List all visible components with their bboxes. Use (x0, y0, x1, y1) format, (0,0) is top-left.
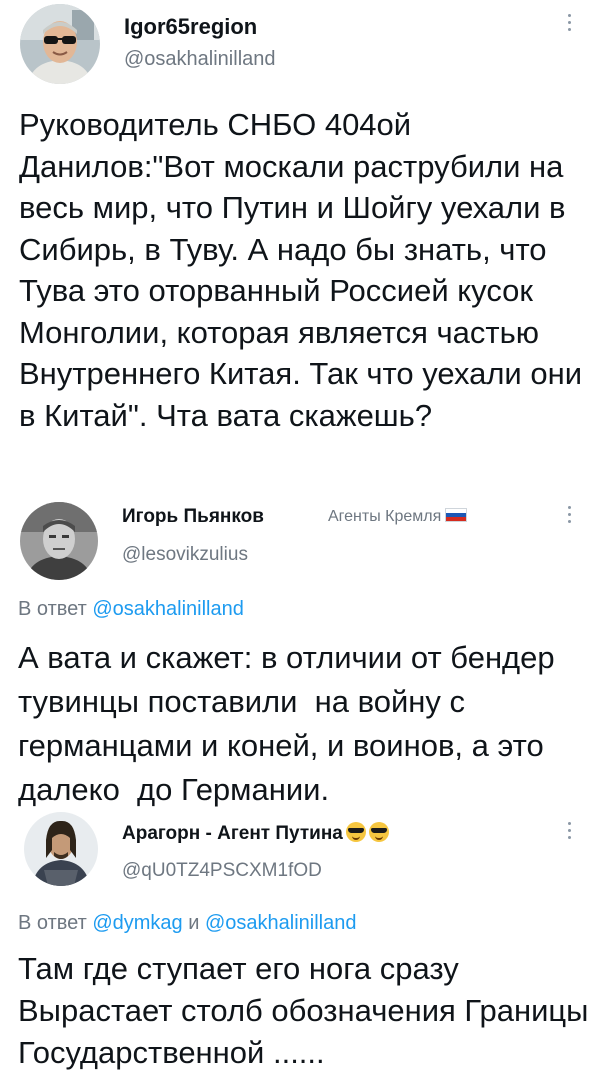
reply-to-line: В ответ @osakhalinilland (18, 598, 244, 621)
vertical-ellipsis-icon[interactable] (566, 506, 572, 528)
avatar[interactable] (20, 502, 98, 580)
agent-badge: Агенты Кремля (328, 508, 468, 526)
vertical-ellipsis-icon[interactable] (566, 14, 572, 36)
tweet-text: Руководитель СНБО 404ой Данилов:"Вот мос… (19, 107, 591, 433)
vertical-ellipsis-icon[interactable] (566, 822, 572, 844)
author-handle[interactable]: @qU0TZ4PSCXM1fOD (122, 860, 322, 882)
avatar[interactable] (24, 812, 98, 886)
author-name[interactable]: Igor65region (124, 14, 257, 40)
avatar[interactable] (20, 4, 100, 84)
reply-mention[interactable]: @dymkag (92, 912, 182, 934)
reply-to-line: В ответ @dymkag и @osakhalinilland (18, 912, 356, 935)
tweet-1: Igor65region @osakhalinilland Руководите… (0, 0, 602, 500)
author-name[interactable]: Арагорн - Агент Путина (122, 822, 389, 845)
reply-conjunction: и (188, 912, 200, 934)
reply-mention[interactable]: @osakhalinilland (92, 598, 244, 620)
reply-prefix: В ответ (18, 912, 87, 934)
avatar-photo-aragorn (24, 812, 98, 886)
russian-flag-icon (445, 508, 468, 522)
tweet-3: Арагорн - Агент Путина @qU0TZ4PSCXM1fOD … (0, 808, 602, 1080)
avatar-photo-igor65region (20, 4, 100, 84)
author-handle[interactable]: @osakhalinilland (124, 48, 276, 71)
avatar-photo-igor-pyankov (20, 502, 98, 580)
sunglasses-face-emoji (345, 822, 366, 842)
tweet-text: Там где ступает его нога сразу Вырастает… (18, 951, 598, 1070)
author-name[interactable]: Игорь Пьянков (122, 506, 264, 528)
reply-prefix: В ответ (18, 598, 87, 620)
sunglasses-face-emoji (368, 822, 389, 842)
agent-badge-label: Агенты Кремля (328, 508, 442, 525)
tweet-text: А вата и скажет: в отличии от бендер тув… (18, 640, 564, 807)
author-name-text: Арагорн - Агент Путина (122, 823, 343, 844)
tweet-2: Игорь Пьянков Агенты Кремля @lesovikzuli… (0, 490, 602, 810)
reply-mention[interactable]: @osakhalinilland (205, 912, 357, 934)
author-handle[interactable]: @lesovikzulius (122, 544, 248, 566)
